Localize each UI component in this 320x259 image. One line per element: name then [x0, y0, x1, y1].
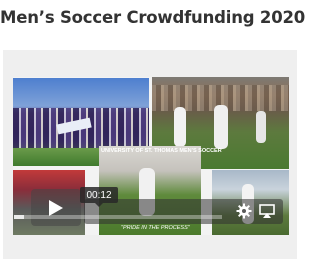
video-caption-top: UNIVERSITY OF ST. THOMAS MEN'S SOCCER: [101, 148, 222, 154]
play-icon: [49, 199, 63, 216]
page-title: Men’s Soccer Crowdfunding 2020: [0, 8, 306, 27]
airplay-icon[interactable]: [259, 203, 275, 219]
timecode-pointer: [95, 203, 103, 207]
video-caption-bottom: "PRIDE IN THE PROCESS": [121, 225, 190, 231]
progress-bar[interactable]: [14, 215, 222, 219]
progress-fill: [14, 215, 25, 219]
timecode: 00:12: [80, 187, 118, 203]
gear-icon[interactable]: [236, 203, 252, 219]
play-button[interactable]: [31, 189, 81, 226]
